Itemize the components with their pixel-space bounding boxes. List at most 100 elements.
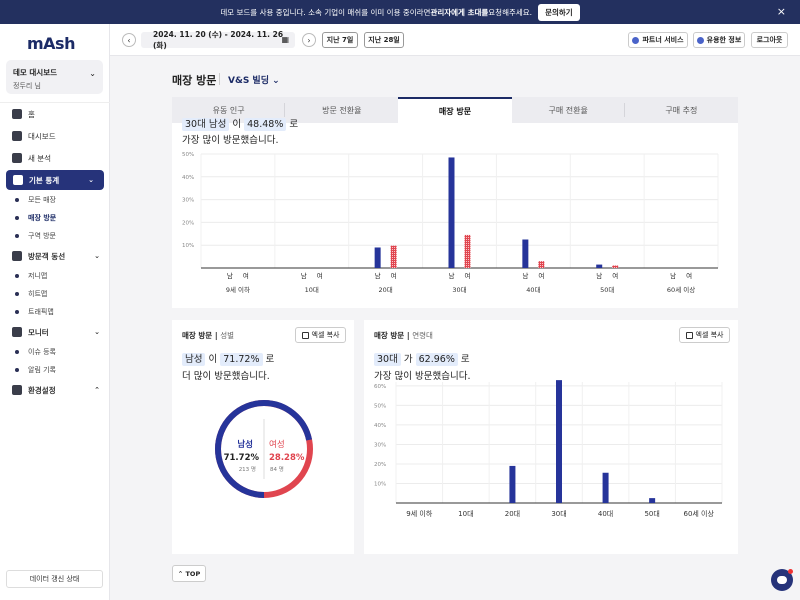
sidebar: mAsh 데모 대시보드 정두리 님 ⌄ 홈 대시보드 새 분석 기본 통계 ⌄ …: [0, 24, 110, 600]
sidebar-item-basic-stats[interactable]: 기본 통계 ⌄: [6, 170, 104, 190]
sidebar-item-new-analysis[interactable]: 새 분석: [0, 149, 110, 167]
tab-purchase-estimate[interactable]: 구매 추정: [625, 97, 738, 123]
prev-icon[interactable]: ‹: [122, 33, 136, 47]
sidebar-item-home[interactable]: 홈: [0, 105, 110, 123]
chevron-down-icon: ⌄: [89, 69, 96, 78]
x-sublabel-male: 남: [596, 271, 602, 280]
y-tick-label: 20%: [182, 220, 194, 226]
sidebar-item-visitor-route[interactable]: 방문객 동선 ⌄: [0, 247, 110, 265]
x-tick-label: 20대: [379, 286, 393, 294]
x-sublabel-male: 남: [227, 271, 233, 280]
y-tick-label: 40%: [182, 175, 194, 181]
chevron-down-icon: ⌄: [272, 76, 280, 86]
tab-label: 매장 방문: [438, 106, 472, 116]
bar-male: [448, 157, 455, 268]
chat-icon[interactable]: [771, 569, 793, 591]
info-icon: [696, 36, 704, 44]
sidebar-item-label: 대시보드: [28, 131, 56, 141]
close-icon[interactable]: ×: [777, 5, 786, 18]
announcement-banner: 데모 보드를 사용 중입니다. 소속 기업이 매쉬를 이미 이용 중이라면 관리…: [0, 0, 800, 24]
scroll-top-button[interactable]: ⌃ TOP: [172, 565, 206, 582]
partner-service-button[interactable]: 파트너 서비스: [628, 32, 688, 48]
x-sublabel-female: 여: [538, 271, 544, 280]
bell-icon: [12, 327, 22, 337]
x-tick-label: 60세 이상: [667, 285, 695, 294]
dashboard-selector[interactable]: 데모 대시보드 정두리 님 ⌄: [6, 60, 103, 94]
y-tick-label: 50%: [182, 152, 194, 158]
x-tick-label: 40대: [526, 286, 540, 294]
sidebar-item-store-visit[interactable]: 매장 방문: [0, 209, 110, 227]
sidebar-item-label: 홈: [28, 109, 35, 119]
sidebar-item-settings[interactable]: 환경설정 ⌃: [0, 381, 110, 399]
page-title: 매장 방문: [172, 74, 217, 87]
x-tick-label: 20대: [505, 510, 520, 518]
x-sublabel-male: 남: [375, 271, 381, 280]
sidebar-item-label: 모니터: [28, 327, 49, 337]
age-card: 매장 방문 | 연령대 엑셀 복사 30대 가 62.96% 로 가장 많이 방…: [364, 320, 738, 554]
sidebar-item-issue-register[interactable]: 이슈 등록: [0, 343, 110, 361]
sidebar-item-dashboard[interactable]: 대시보드: [0, 127, 110, 145]
tab-purchase-conversion[interactable]: 구매 전환율: [512, 97, 625, 123]
y-tick-label: 30%: [182, 198, 194, 204]
contact-button[interactable]: 문의하기: [538, 3, 580, 21]
tab-store-visit[interactable]: 매장 방문: [398, 97, 512, 123]
last-28-days-button[interactable]: 지난 28일: [364, 32, 404, 48]
sidebar-item-heatmap[interactable]: 히트맵: [0, 285, 110, 303]
bar-male: [522, 239, 529, 268]
sidebar-item-traffic-map[interactable]: 트래픽맵: [0, 303, 110, 321]
status-button-label: 데이터 갱신 상태: [29, 575, 80, 583]
sidebar-item-label: 히트맵: [28, 290, 48, 298]
bar: [602, 472, 609, 503]
bar-female: [612, 265, 619, 268]
bar: [649, 498, 656, 503]
x-tick-label: 60세 이상: [683, 509, 714, 518]
tab-label: 구매 전환율: [548, 105, 588, 115]
x-tick-label: 40대: [598, 510, 613, 518]
store-name: V&S 빌딩: [228, 76, 269, 86]
banner-text-bold: 관리자에게 초대를: [430, 7, 489, 17]
x-sublabel-female: 여: [391, 271, 397, 280]
bullet-icon: [15, 350, 19, 354]
x-tick-label: 30대: [551, 510, 566, 518]
age-bar-chart: 10% 20% 30% 40% 50% 60% 9세 이하 10대 20대 30대 40대 50대 60…: [374, 380, 723, 518]
last-7-days-button[interactable]: 지난 7일: [322, 32, 358, 48]
tab-visit-conversion[interactable]: 방문 전환율: [285, 97, 398, 123]
x-tick-label: 9세 이하: [226, 285, 250, 294]
dashboard-user: 정두리 님: [13, 82, 41, 90]
sidebar-item-zone-visit[interactable]: 구역 방문: [0, 227, 110, 245]
home-icon: [12, 109, 22, 119]
logo[interactable]: mAsh: [27, 34, 75, 53]
calendar-icon: ▦: [281, 35, 289, 44]
y-tick-label: 60%: [374, 384, 386, 390]
sidebar-item-label: 새 분석: [28, 153, 52, 163]
chart-icon: [13, 175, 23, 185]
bar-female: [390, 245, 397, 268]
sidebar-item-alert-history[interactable]: 알림 기록: [0, 361, 110, 379]
bullet-icon: [15, 274, 19, 278]
x-sublabel-female: 여: [465, 271, 471, 280]
x-sublabel-male: 남: [522, 271, 528, 280]
bullet-icon: [15, 368, 19, 372]
date-range-picker[interactable]: 2024. 11. 20 (수) - 2024. 11. 26 (화) ▦: [141, 30, 295, 50]
bullet-icon: [15, 198, 19, 202]
sidebar-item-journey-map[interactable]: 저니맵: [0, 267, 110, 285]
store-selector[interactable]: V&S 빌딩 ⌄: [228, 73, 280, 86]
logout-button[interactable]: 로그아웃: [751, 32, 788, 48]
age-gender-card: 30대 남성 이 48.48% 로 가장 많이 방문했습니다. 10% 20% 30…: [172, 118, 738, 308]
x-tick-label: 30대: [452, 286, 466, 294]
x-sublabel-male: 남: [301, 271, 307, 280]
top-bar: ‹ 2024. 11. 20 (수) - 2024. 11. 26 (화) ▦ …: [110, 24, 800, 56]
next-icon[interactable]: ›: [302, 33, 316, 47]
route-icon: [12, 251, 22, 261]
useful-info-button[interactable]: 유용한 정보: [693, 32, 745, 48]
gear-icon: [12, 385, 22, 395]
x-sublabel-male: 남: [670, 271, 676, 280]
bar-male: [596, 264, 603, 268]
female-percent: 28.28%: [269, 453, 305, 463]
chevron-up-icon: ⌃: [94, 386, 100, 394]
data-refresh-status-button[interactable]: 데이터 갱신 상태: [6, 570, 103, 588]
chevron-down-icon: ⌄: [88, 176, 94, 184]
sidebar-item-monitor[interactable]: 모니터 ⌄: [0, 323, 110, 341]
sidebar-item-all-stores[interactable]: 모든 매장: [0, 191, 110, 209]
bar: [509, 465, 516, 503]
